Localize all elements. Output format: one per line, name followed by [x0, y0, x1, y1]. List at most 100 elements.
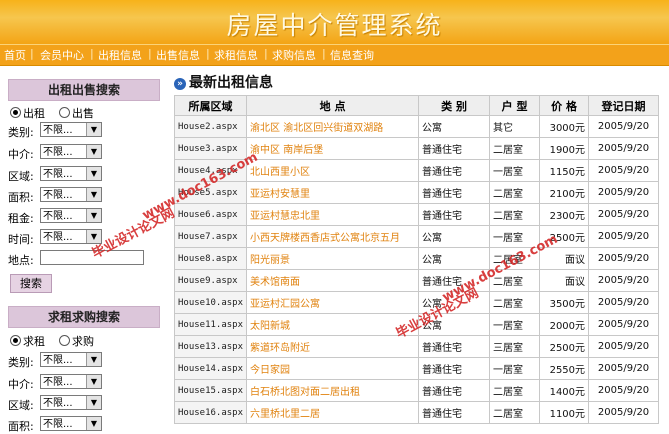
cell-type: 公寓	[418, 247, 491, 270]
cell-location-link[interactable]: 白石桥北图对面二居出租	[246, 379, 420, 402]
radio-selected-icon[interactable]	[10, 335, 21, 346]
cell-type: 普通住宅	[418, 335, 491, 358]
chevron-down-icon[interactable]: ▼	[86, 353, 101, 366]
cell-location-link[interactable]: 亚运村安慧里	[246, 181, 420, 204]
cell-date: 2005/9/20	[588, 203, 660, 226]
district-select[interactable]: 不限... ▼	[40, 166, 102, 181]
cell-location-link[interactable]: 亚运村汇园公寓	[246, 291, 420, 314]
table-row: House8.aspx 阳光丽景 公寓 二居室 面议 2005/9/20	[173, 247, 660, 270]
area-select[interactable]: 不限... ▼	[40, 187, 102, 202]
nav-rent-info[interactable]: 出租信息	[98, 47, 142, 63]
cell-location-link[interactable]: 小西天牌楼西香店式公寓北京五月	[246, 225, 420, 248]
cell-type: 普通住宅	[418, 137, 491, 160]
want-category-select[interactable]: 不限... ▼	[40, 352, 102, 367]
chevron-down-icon[interactable]: ▼	[86, 145, 101, 158]
chevron-down-icon[interactable]: ▼	[86, 188, 101, 201]
cell-location-link[interactable]: 渝北区 渝北区回兴街道双湖路	[246, 115, 420, 138]
select-value: 不限...	[43, 355, 73, 366]
cell-price: 2100元	[539, 181, 590, 204]
chevron-down-icon[interactable]: ▼	[86, 123, 101, 136]
nav-want-rent[interactable]: 求租信息	[214, 47, 258, 63]
rent-sale-search-heading: 出租出售搜索	[8, 79, 160, 101]
cell-page: House6.aspx	[173, 203, 248, 226]
cell-type: 普通住宅	[418, 203, 491, 226]
radio-rent[interactable]: 出租	[10, 107, 45, 120]
cell-price: 1100元	[539, 401, 590, 424]
radio-want-rent[interactable]: 求租	[10, 335, 45, 348]
nav-sale-info[interactable]: 出售信息	[156, 47, 200, 63]
cell-location-link[interactable]: 北山西里小区	[246, 159, 420, 182]
cell-location-link[interactable]: 亚运村慧忠北里	[246, 203, 420, 226]
chevron-down-icon[interactable]: ▼	[86, 396, 101, 409]
nav-member-center[interactable]: 会员中心	[40, 47, 84, 63]
search-button[interactable]: 搜索	[10, 274, 52, 293]
chevron-down-icon[interactable]: ▼	[86, 375, 101, 388]
radio-want-buy[interactable]: 求购	[59, 335, 94, 348]
cell-price: 2550元	[539, 357, 590, 380]
cell-price: 3500元	[539, 291, 590, 314]
rent-sale-radio-group: 出租 出售	[10, 105, 94, 121]
chevron-down-icon[interactable]: ▼	[86, 209, 101, 222]
cell-page: House9.aspx	[173, 269, 248, 292]
cell-layout: 二居室	[489, 203, 541, 226]
category-select[interactable]: 不限... ▼	[40, 122, 102, 137]
cell-layout: 二居室	[489, 137, 541, 160]
cell-price: 3000元	[539, 115, 590, 138]
want-district-select[interactable]: 不限... ▼	[40, 395, 102, 410]
cell-layout: 一居室	[489, 159, 541, 182]
radio-selected-icon[interactable]	[10, 107, 21, 118]
nav-want-buy[interactable]: 求购信息	[272, 47, 316, 63]
table-row: House13.aspx 紫道环岛附近 普通住宅 三居室 2500元 2005/9/20	[173, 335, 660, 358]
select-value: 不限...	[43, 398, 73, 409]
radio-unselected-icon[interactable]	[59, 335, 70, 346]
table-row: House16.aspx 六里桥北里二居 普通住宅 二居室 1100元 2005/9/20	[173, 401, 660, 424]
radio-sale[interactable]: 出售	[59, 107, 94, 120]
cell-type: 普通住宅	[418, 357, 491, 380]
nav-home[interactable]: 首页	[4, 47, 26, 63]
cell-date: 2005/9/20	[588, 291, 660, 314]
field-label-agency: 中介:	[8, 378, 34, 391]
radio-unselected-icon[interactable]	[59, 107, 70, 118]
cell-price: 2500元	[539, 335, 590, 358]
field-label-district: 区域:	[8, 399, 34, 412]
header-banner: 房屋中介管理系统	[0, 0, 669, 44]
field-label-area: 面积:	[8, 191, 34, 204]
cell-date: 2005/9/20	[588, 379, 660, 402]
cell-date: 2005/9/20	[588, 247, 660, 270]
cell-location-link[interactable]: 渝中区 南岸后堡	[246, 137, 420, 160]
nav-info-query[interactable]: 信息查询	[330, 47, 374, 63]
table-row: House2.aspx 渝北区 渝北区回兴街道双湖路 公寓 其它 3000元 2005/9…	[173, 115, 660, 138]
cell-type: 公寓	[418, 225, 491, 248]
cell-type: 普通住宅	[418, 401, 491, 424]
chevron-down-icon[interactable]: ▼	[86, 417, 101, 430]
agency-select[interactable]: 不限... ▼	[40, 144, 102, 159]
cell-layout: 二居室	[489, 401, 541, 424]
cell-date: 2005/9/20	[588, 335, 660, 358]
nav-separator: |	[30, 47, 34, 60]
want-agency-select[interactable]: 不限... ▼	[40, 374, 102, 389]
chevron-down-icon[interactable]: ▼	[86, 167, 101, 180]
cell-page: House15.aspx	[173, 379, 248, 402]
radio-sale-label: 出售	[72, 107, 94, 120]
cell-page: House7.aspx	[173, 225, 248, 248]
table-row: House15.aspx 白石桥北图对面二居出租 普通住宅 二居室 1400元 2005/…	[173, 379, 660, 402]
want-search-heading: 求租求购搜索	[8, 306, 160, 328]
cell-page: House8.aspx	[173, 247, 248, 270]
cell-date: 2005/9/20	[588, 269, 660, 292]
col-header-type: 类 别	[418, 95, 491, 116]
rent-select[interactable]: 不限... ▼	[40, 208, 102, 223]
cell-location-link[interactable]: 六里桥北里二居	[246, 401, 420, 424]
radio-rent-label: 出租	[23, 107, 45, 120]
field-label-category: 类别:	[8, 126, 34, 139]
cell-price: 面议	[539, 269, 590, 292]
cell-location-link[interactable]: 今日家园	[246, 357, 420, 380]
col-header-price: 价 格	[539, 95, 590, 116]
select-value: 不限...	[43, 419, 73, 430]
cell-location-link[interactable]: 阳光丽景	[246, 247, 420, 270]
nav-separator: |	[148, 47, 152, 60]
cell-type: 普通住宅	[418, 379, 491, 402]
cell-layout: 其它	[489, 115, 541, 138]
arrow-right-icon: »	[174, 78, 186, 90]
cell-location-link[interactable]: 美术馆南面	[246, 269, 420, 292]
cell-location-link[interactable]: 紫道环岛附近	[246, 335, 420, 358]
